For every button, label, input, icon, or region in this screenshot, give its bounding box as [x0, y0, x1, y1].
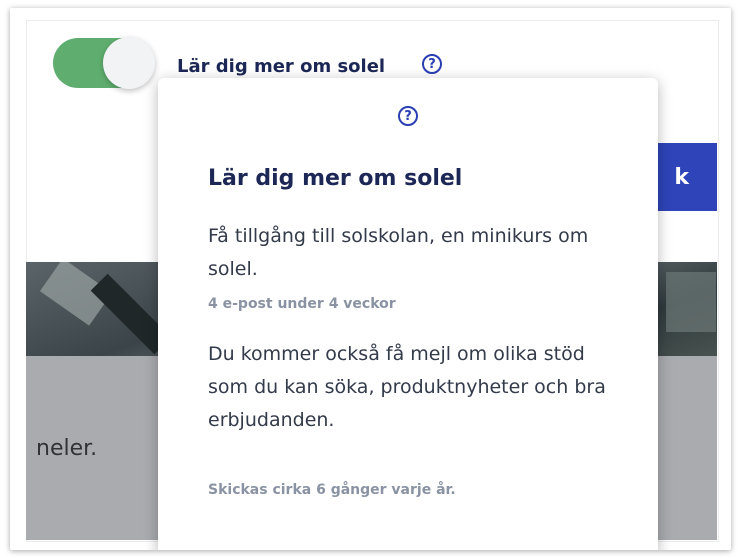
popover-title: Lär dig mer om solel — [208, 166, 463, 191]
solel-toggle[interactable] — [53, 37, 155, 89]
background-partial-text: neler. — [36, 436, 98, 461]
help-icon: ? — [398, 106, 418, 126]
help-icon[interactable]: ? — [422, 54, 442, 74]
toggle-knob[interactable] — [103, 37, 155, 89]
popover-paragraph: Få tillgång till solskolan, en minikurs … — [208, 225, 589, 280]
toggle-label: Lär dig mer om solel — [177, 56, 386, 77]
popover-note: Skickas cirka 6 gånger varje år. — [208, 482, 456, 498]
button-partial-label: k — [674, 164, 689, 190]
popover-note: 4 e-post under 4 veckor — [208, 296, 396, 312]
info-popover: ? Lär dig mer om solel Få tillgång till … — [158, 78, 658, 550]
popover-paragraph: Du kommer också få mejl om olika stöd so… — [208, 343, 606, 431]
screenshot-frame: Lär dig mer om solel ? k neler. ? Lär di… — [10, 8, 731, 550]
